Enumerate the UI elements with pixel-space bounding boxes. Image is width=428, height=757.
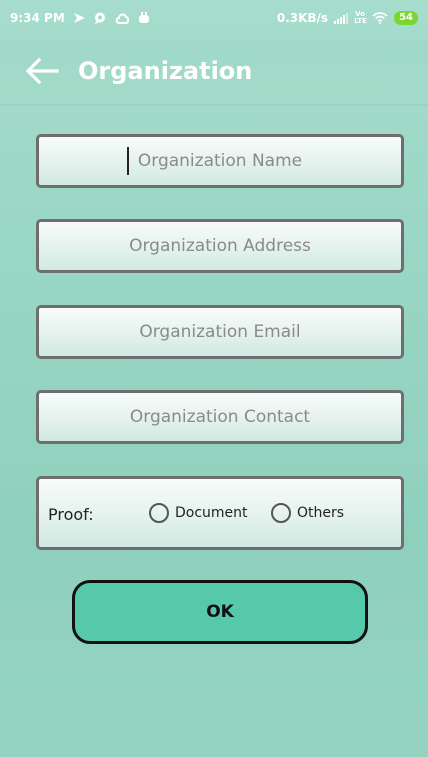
- volte-label: Vo LTE: [354, 10, 367, 25]
- proof-option-document[interactable]: Document: [149, 503, 248, 523]
- app-bar: Organization: [0, 40, 428, 104]
- radio-document-icon[interactable]: [149, 503, 169, 523]
- wifi-icon: [372, 12, 388, 24]
- proof-option-document-label: Document: [175, 505, 248, 521]
- screen: 9:34 PM 0.3KB/s Vo LTE 54 Organization O…: [0, 0, 428, 757]
- notification-icon: [138, 12, 149, 23]
- organization-name-input[interactable]: [36, 134, 404, 188]
- proof-box: Proof: Document Others: [36, 476, 404, 550]
- organization-contact-input[interactable]: [36, 390, 404, 444]
- signal-icon: [334, 13, 349, 24]
- navigation-icon: [73, 13, 85, 23]
- status-time: 9:34 PM: [10, 11, 65, 25]
- back-arrow-icon: [25, 57, 59, 85]
- ok-button[interactable]: OK: [72, 580, 368, 644]
- proof-option-others[interactable]: Others: [271, 503, 344, 523]
- radio-others-icon[interactable]: [271, 503, 291, 523]
- proof-option-others-label: Others: [297, 505, 345, 521]
- message-icon: [94, 12, 105, 24]
- page-title: Organization: [78, 57, 253, 85]
- cloud-icon: [115, 13, 130, 24]
- organization-address-input[interactable]: [36, 219, 404, 273]
- organization-email-input[interactable]: [36, 305, 404, 359]
- status-bar: 9:34 PM 0.3KB/s Vo LTE 54: [0, 0, 428, 40]
- text-cursor: [127, 147, 129, 175]
- back-button[interactable]: [24, 56, 60, 86]
- status-right: 0.3KB/s Vo LTE 54: [277, 11, 418, 25]
- battery-icon: 54: [394, 11, 418, 25]
- network-speed: 0.3KB/s: [276, 11, 329, 25]
- proof-label: Proof:: [48, 505, 94, 524]
- status-left: 9:34 PM: [10, 11, 150, 25]
